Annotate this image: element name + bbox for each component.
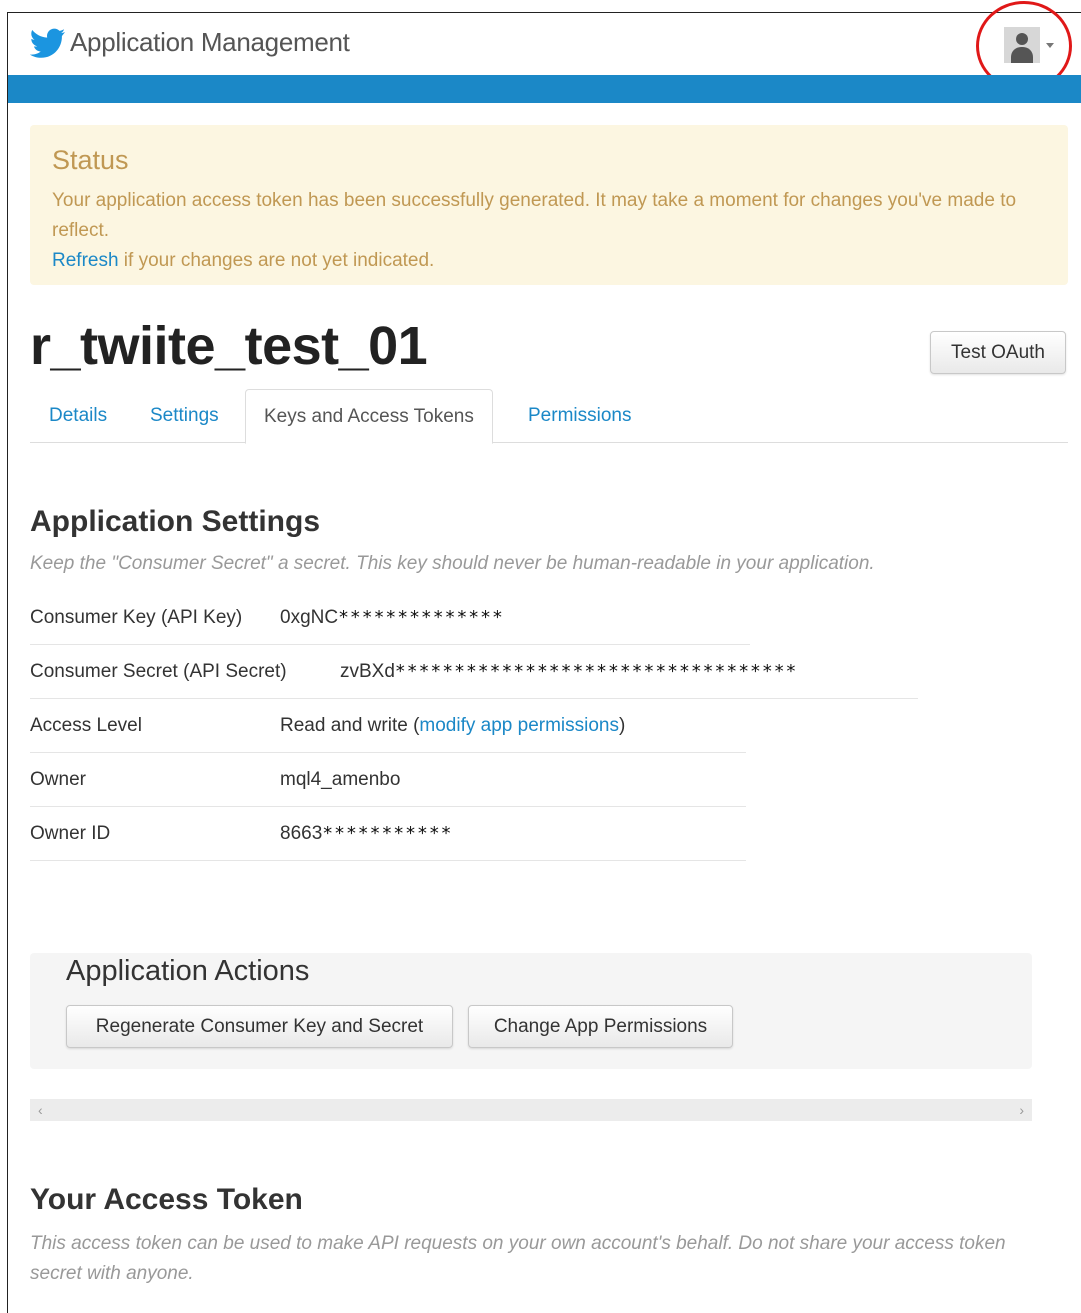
status-message-text: Your application access token has been s… (52, 190, 1017, 241)
app-window: Application Management Status Your appli… (7, 1, 1081, 1313)
access-level-value: Read and write (modify app permissions) (280, 715, 626, 736)
tab-details[interactable]: Details (49, 389, 107, 443)
consumer-secret-label: Consumer Secret (API Secret) (30, 661, 287, 682)
owner-id-row: Owner ID 8663*********** (30, 807, 746, 861)
app-name-heading: r_twiite_test_01 (30, 316, 428, 376)
owner-id-value: 8663*********** (280, 823, 453, 844)
header-accent-strip (8, 75, 1081, 103)
status-alert: Status Your application access token has… (30, 125, 1068, 285)
scroll-right-icon[interactable]: › (1019, 1099, 1024, 1121)
owner-id-label: Owner ID (30, 823, 111, 844)
access-token-note: This access token can be used to make AP… (30, 1233, 1006, 1284)
consumer-secret-row: Consumer Secret (API Secret) zvBXd******… (30, 645, 918, 699)
brand[interactable]: Application Management (29, 27, 350, 58)
twitter-bird-icon (29, 28, 66, 58)
app-management-title: Application Management (70, 27, 350, 57)
refresh-suffix: if your changes are not yet indicated. (118, 250, 435, 271)
tab-settings[interactable]: Settings (150, 389, 219, 443)
consumer-key-label: Consumer Key (API Key) (30, 607, 243, 628)
owner-value: mql4_amenbo (280, 769, 401, 790)
scroll-left-icon[interactable]: ‹ (38, 1099, 43, 1121)
status-message: Your application access token has been s… (52, 186, 1046, 276)
access-level-label: Access Level (30, 715, 142, 736)
application-actions-heading: Application Actions (66, 955, 310, 987)
tab-bar: Details Settings Keys and Access Tokens … (30, 389, 1068, 444)
status-title: Status (52, 145, 129, 175)
access-token-heading: Your Access Token (30, 1183, 303, 1216)
consumer-key-row: Consumer Key (API Key) 0xgNC************… (30, 591, 750, 645)
consumer-key-value: 0xgNC************** (280, 607, 504, 628)
tab-permissions[interactable]: Permissions (528, 389, 631, 443)
consumer-key-mask: ************** (338, 607, 504, 628)
regenerate-consumer-key-button[interactable]: Regenerate Consumer Key and Secret (66, 1005, 453, 1048)
access-level-row: Access Level Read and write (modify app … (30, 699, 746, 753)
horizontal-scrollbar[interactable]: ‹ › (30, 1099, 1032, 1121)
application-settings-heading: Application Settings (30, 505, 321, 538)
consumer-secret-mask: ********************************** (394, 661, 798, 682)
test-oauth-button[interactable]: Test OAuth (930, 331, 1066, 374)
owner-row: Owner mql4_amenbo (30, 753, 746, 807)
top-bar: Application Management (8, 1, 1081, 91)
change-app-permissions-button[interactable]: Change App Permissions (468, 1005, 733, 1048)
consumer-secret-value: zvBXd********************************** (340, 661, 798, 682)
application-actions-panel: Application Actions Regenerate Consumer … (30, 953, 1032, 1069)
tab-keys-and-access-tokens[interactable]: Keys and Access Tokens (245, 389, 493, 444)
modify-app-permissions-link[interactable]: modify app permissions (419, 715, 619, 736)
owner-label: Owner (30, 769, 86, 790)
owner-id-mask: *********** (322, 823, 453, 844)
consumer-secret-note: Keep the "Consumer Secret" a secret. Thi… (30, 553, 875, 574)
refresh-link[interactable]: Refresh (52, 250, 119, 271)
